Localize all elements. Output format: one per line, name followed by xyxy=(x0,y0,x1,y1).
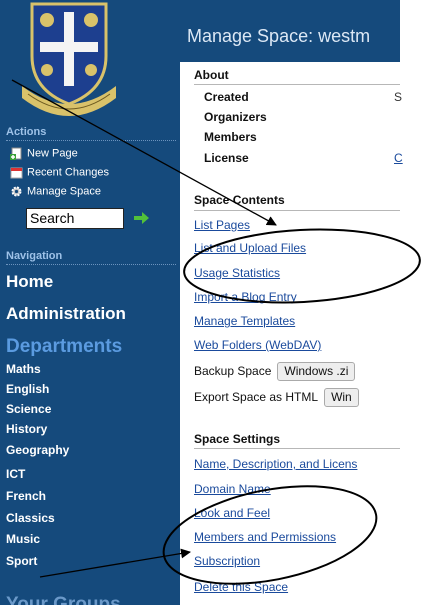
school-crest-logo xyxy=(22,2,116,116)
export-html-row: Export Space as HTML Win xyxy=(194,388,359,407)
navigation-heading: Navigation xyxy=(6,250,63,262)
dept-item-ict[interactable]: ICT xyxy=(6,467,25,481)
list-and-upload-files-link[interactable]: List and Upload Files xyxy=(194,241,306,255)
delete-space-link[interactable]: Delete this Space xyxy=(194,580,288,594)
members-and-permissions-link[interactable]: Members and Permissions xyxy=(194,530,336,544)
navigation-divider xyxy=(6,264,176,265)
dept-item-sport[interactable]: Sport xyxy=(6,554,37,568)
import-blog-entry-link[interactable]: Import a Blog Entry xyxy=(194,290,297,304)
calendar-icon xyxy=(10,167,23,179)
dept-item-science[interactable]: Science xyxy=(6,402,51,416)
manage-templates-link[interactable]: Manage Templates xyxy=(194,314,295,328)
gear-icon xyxy=(11,186,22,197)
page-header: Manage Space: westm xyxy=(180,0,400,70)
manage-space-content: About Created S Organizers Members Licen… xyxy=(180,62,403,605)
dept-item-french[interactable]: French xyxy=(6,489,46,503)
dept-item-history[interactable]: History xyxy=(6,422,47,436)
manage-space-action[interactable]: Manage Space xyxy=(10,185,101,198)
export-windows-button[interactable]: Win xyxy=(324,388,359,407)
main-panel: Manage Space: westm About Created S Orga… xyxy=(180,0,444,605)
new-page-icon xyxy=(10,147,22,160)
backup-space-row: Backup Space Windows .zi xyxy=(194,362,356,381)
space-contents-divider xyxy=(194,210,400,211)
departments-heading: Departments xyxy=(6,336,123,357)
about-divider xyxy=(194,84,400,85)
groups-heading: Your Groups xyxy=(6,594,121,605)
space-settings-divider xyxy=(194,448,400,449)
web-folders-link[interactable]: Web Folders (WebDAV) xyxy=(194,338,321,352)
recent-changes-action[interactable]: Recent Changes xyxy=(10,166,109,179)
dept-item-geography[interactable]: Geography xyxy=(6,443,69,457)
about-created-label: Created xyxy=(204,90,249,104)
page-title: Manage Space: westm xyxy=(187,26,371,46)
search-input[interactable]: Search xyxy=(26,208,124,229)
export-html-label: Export Space as HTML xyxy=(194,390,319,404)
space-contents-heading: Space Contents xyxy=(194,193,285,207)
space-settings-heading: Space Settings xyxy=(194,432,281,446)
about-created-value: S xyxy=(394,90,403,104)
domain-name-link[interactable]: Domain Name xyxy=(194,482,271,496)
about-organizers-label: Organizers xyxy=(204,110,267,124)
sidebar: Actions New Page Recent Changes Manage S… xyxy=(0,0,180,605)
manage-space-label: Manage Space xyxy=(27,185,101,198)
backup-space-label: Backup Space xyxy=(194,364,272,378)
list-pages-link[interactable]: List Pages xyxy=(194,218,250,232)
dept-item-maths[interactable]: Maths xyxy=(6,362,41,376)
new-page-action[interactable]: New Page xyxy=(10,147,78,160)
search-go-arrow-icon[interactable] xyxy=(134,211,150,225)
nav-item-administration[interactable]: Administration xyxy=(6,304,126,324)
dept-item-english[interactable]: English xyxy=(6,382,49,396)
backup-windows-button[interactable]: Windows .zi xyxy=(277,362,356,381)
subscription-link[interactable]: Subscription xyxy=(194,554,260,568)
actions-divider xyxy=(6,140,176,141)
actions-heading: Actions xyxy=(6,126,47,138)
new-page-label: New Page xyxy=(27,147,78,160)
about-license-label: License xyxy=(204,151,249,165)
recent-changes-label: Recent Changes xyxy=(27,166,109,179)
name-description-license-link[interactable]: Name, Description, and Licens xyxy=(194,457,357,471)
about-heading: About xyxy=(194,68,229,82)
dept-item-music[interactable]: Music xyxy=(6,532,40,546)
look-and-feel-link[interactable]: Look and Feel xyxy=(194,506,270,520)
about-members-label: Members xyxy=(204,130,257,144)
usage-statistics-link[interactable]: Usage Statistics xyxy=(194,266,280,280)
dept-item-classics[interactable]: Classics xyxy=(6,511,55,525)
nav-item-home[interactable]: Home xyxy=(6,272,53,292)
about-license-value[interactable]: C xyxy=(394,151,403,165)
